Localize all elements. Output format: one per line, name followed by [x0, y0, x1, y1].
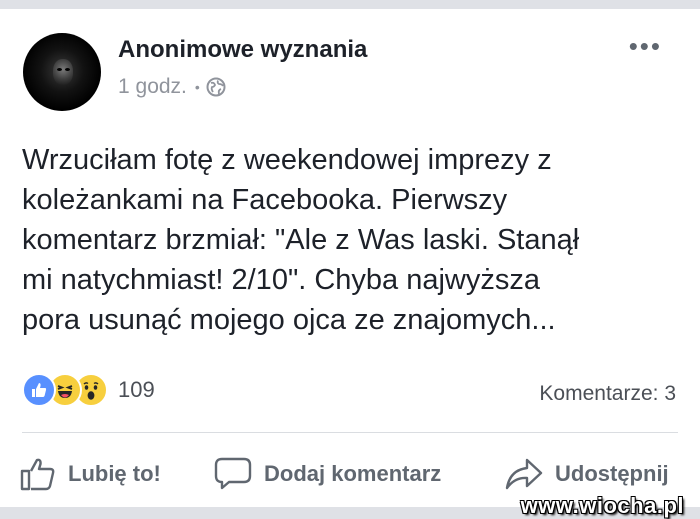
comment-button[interactable]: Dodaj komentarz	[214, 449, 441, 499]
share-button[interactable]: Udostępnij	[505, 449, 669, 499]
globe-icon	[206, 77, 226, 97]
post-meta: 1 godz. •	[118, 75, 226, 99]
page-avatar[interactable]	[23, 33, 101, 111]
share-arrow-icon	[505, 458, 543, 490]
like-button-label: Lubię to!	[68, 461, 161, 486]
reaction-count: 109	[118, 377, 155, 402]
like-reaction-icon	[22, 373, 56, 407]
thumbs-up-icon	[20, 458, 55, 491]
post-timestamp[interactable]: 1 godz.	[118, 75, 187, 99]
comment-bubble-icon	[214, 457, 252, 490]
post-actions-bar: Lubię to! Dodaj komentarz Udostępnij	[0, 449, 700, 499]
comment-button-label: Dodaj komentarz	[264, 461, 442, 486]
avatar-eye	[65, 68, 70, 71]
more-options-icon[interactable]: •••	[629, 33, 662, 59]
avatar-eye	[57, 68, 62, 71]
comments-count-link[interactable]: Komentarze: 3	[539, 382, 676, 406]
actions-divider	[22, 432, 678, 433]
meta-separator: •	[194, 79, 200, 95]
avatar-face	[53, 59, 73, 85]
page-name-link[interactable]: Anonimowe wyznania	[118, 36, 367, 64]
like-button[interactable]: Lubię to!	[20, 449, 161, 499]
reactions-summary[interactable]: 109	[22, 373, 155, 407]
share-button-label: Udostępnij	[555, 461, 669, 486]
post-text: Wrzuciłam fotę z weekendowej imprezy z k…	[22, 144, 580, 336]
post-card: Anonimowe wyznania 1 godz. • ••• Wrzucił…	[0, 9, 700, 507]
watermark: www.wiocha.pl	[520, 493, 684, 518]
